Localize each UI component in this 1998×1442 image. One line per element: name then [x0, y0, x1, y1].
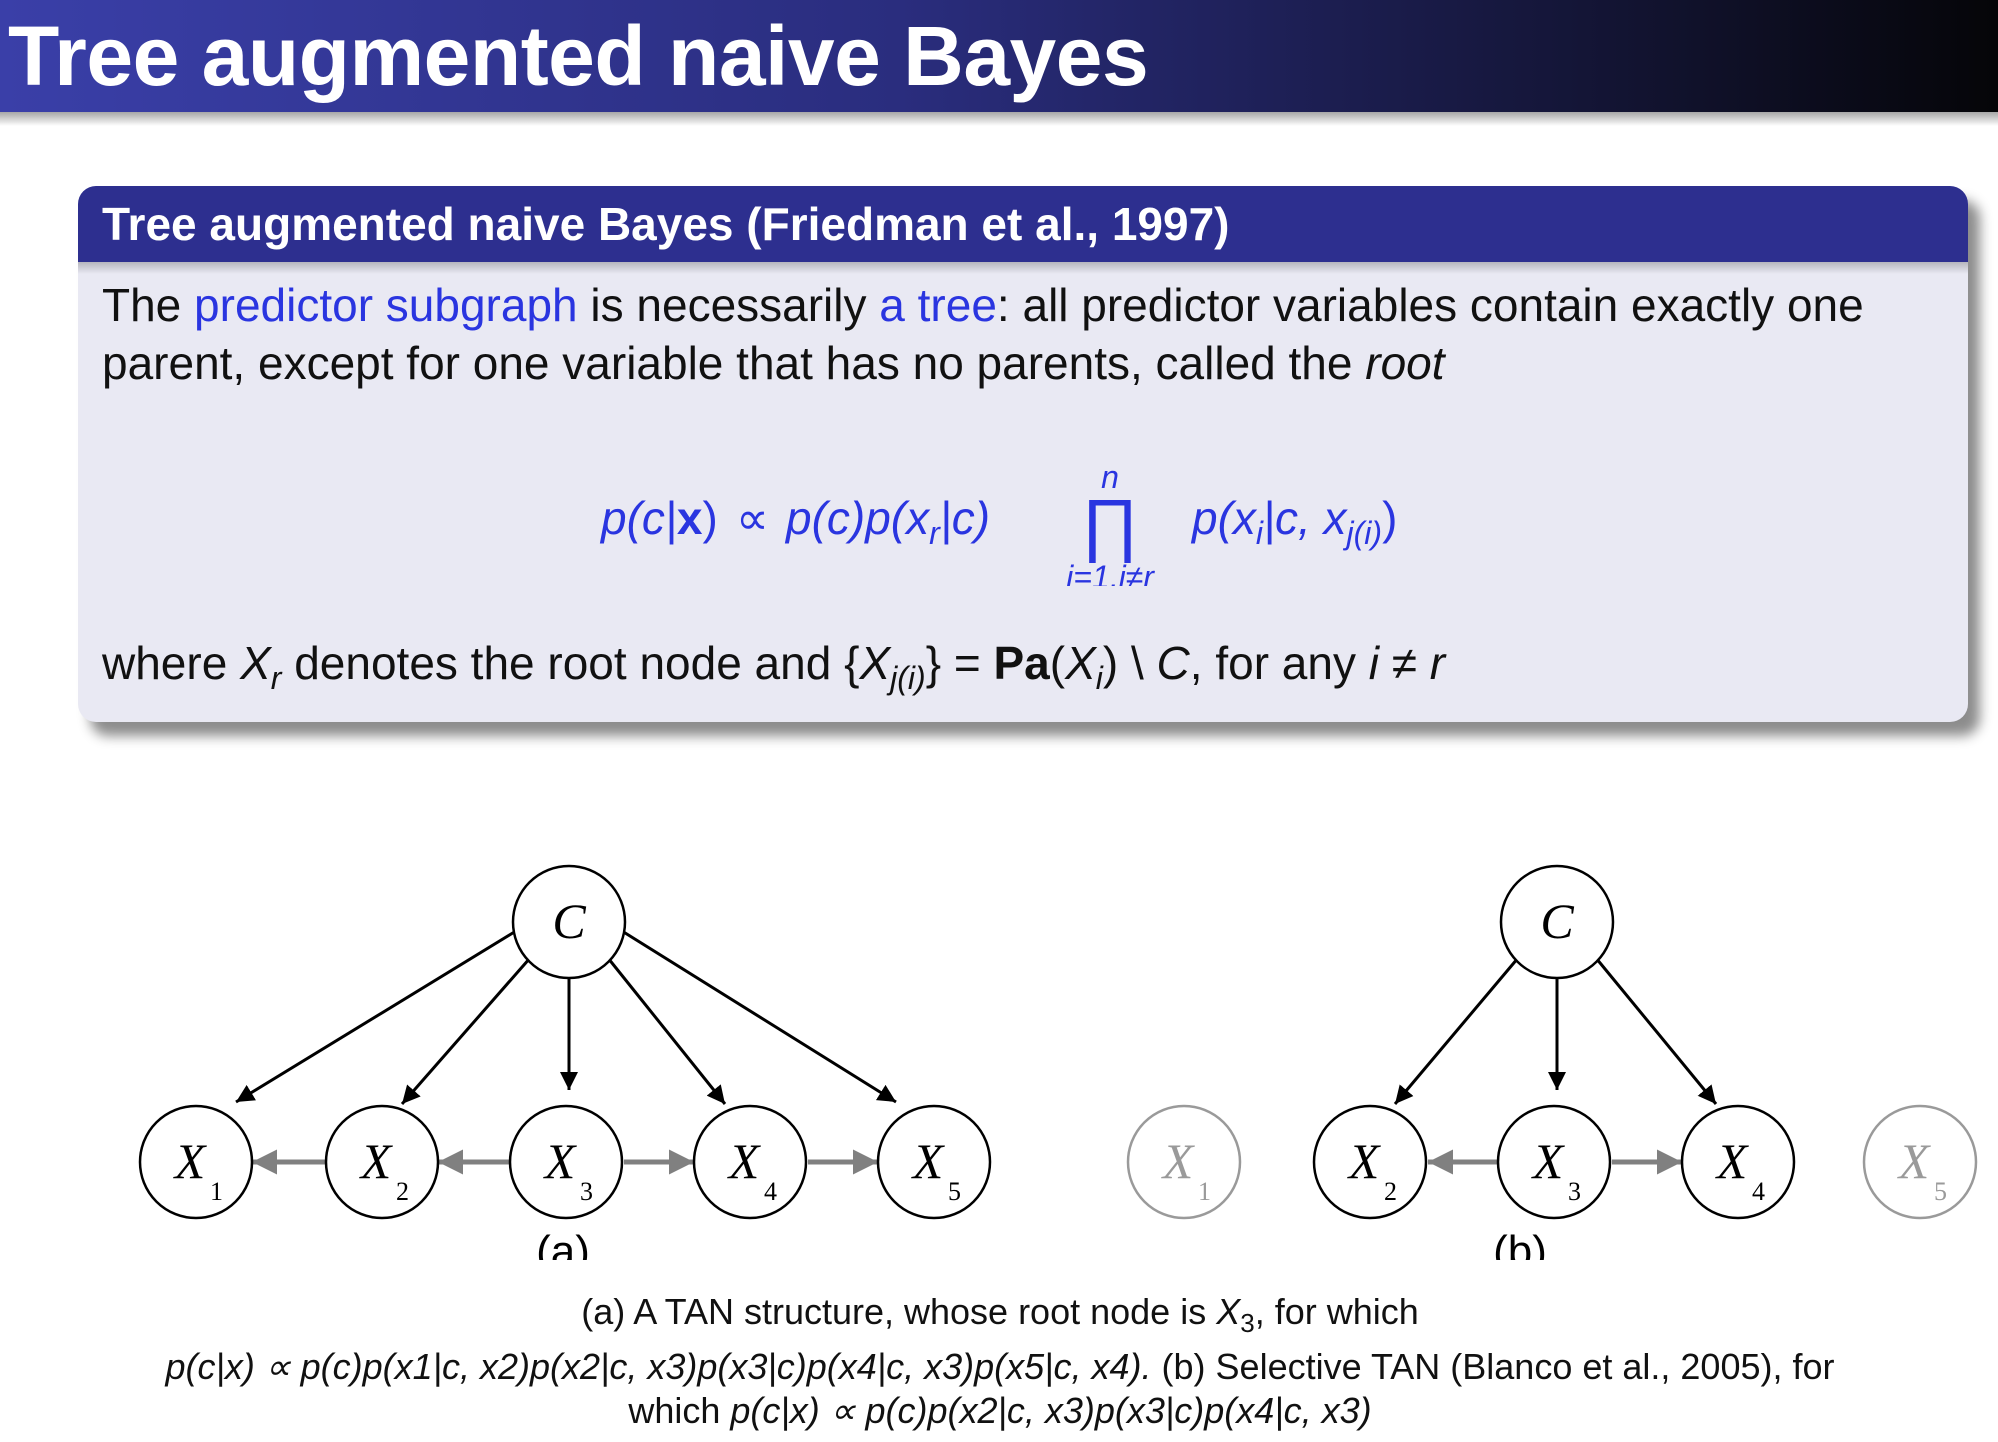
slide-title: Tree augmented naive Bayes	[8, 9, 1149, 103]
node-b-x2-sub: 2	[1384, 1177, 1397, 1206]
caption-line1-b: , for which	[1254, 1291, 1419, 1332]
formula-prior-close: |c)	[940, 492, 990, 544]
svg-text:p(c)p(xr|c): p(c)p(xr|c)	[784, 492, 990, 551]
caption-line2-text: (b) Selective TAN (Blanco et al., 2005),…	[1151, 1346, 1835, 1388]
node-b-x3-label: X	[1531, 1133, 1566, 1189]
where-ineq-r: r	[1429, 637, 1446, 689]
svg-text:p(c|x): p(c|x)	[599, 492, 718, 544]
where-t1: where	[102, 637, 241, 689]
caption-line-2: p(c|x) ∝ p(c)p(x1|c, x2)p(x2|c, x3)p(x3|…	[60, 1345, 1940, 1389]
node-a-x4-sub: 4	[764, 1177, 777, 1206]
formula-term: p(x	[1190, 492, 1258, 544]
node-b-x4-sub: 4	[1752, 1177, 1765, 1206]
tan-formula: p(c|x) ∝ p(c)p(xr|c) n ∏ i=1,i≠r p(xi|c,…	[599, 459, 1397, 586]
node-a-x5-label: X	[911, 1133, 946, 1189]
caption-line-3: which p(c|x) ∝ p(c)p(x2|c, x3)p(x3|c)p(x…	[60, 1389, 1940, 1433]
caption-line2-formula: p(c|x) ∝ p(c)p(x1|c, x2)p(x2|c, x3)p(x3|…	[165, 1346, 1152, 1388]
node-a-x3-label: X	[543, 1133, 578, 1189]
where-line: where Xr denotes the root node and {Xj(i…	[102, 634, 1445, 707]
svg-text:p(xi|c, xj(i)): p(xi|c, xj(i))	[1190, 492, 1397, 551]
where-ineq-i: i	[1368, 637, 1379, 689]
root-word: root	[1365, 337, 1445, 389]
formula-term-mid: |c, x	[1263, 492, 1349, 544]
node-b-x1-label: X	[1161, 1133, 1196, 1189]
node-a-x1-sub: 1	[210, 1177, 223, 1206]
formula-bold-x: x	[677, 492, 703, 544]
definition-block: Tree augmented naive Bayes (Friedman et …	[78, 186, 1968, 722]
node-a-x5-sub: 5	[948, 1177, 961, 1206]
where-t6: , for any	[1189, 637, 1369, 689]
node-a-x3-sub: 3	[580, 1177, 593, 1206]
caption-line1-a: (a) A TAN structure, whose root node is	[581, 1291, 1217, 1332]
node-a-x2-sub: 2	[396, 1177, 409, 1206]
formula-lhs: p(c|	[599, 492, 677, 544]
edge-b-c-x2	[1393, 957, 1520, 1105]
where-t4: (	[1049, 637, 1066, 689]
prod-lower: i=1,i≠r	[1066, 559, 1155, 586]
where-ne: ≠	[1378, 637, 1430, 689]
where-i-sub: i	[1095, 660, 1103, 697]
edge-a-c-x2	[400, 957, 532, 1105]
node-b-x1-sub: 1	[1198, 1177, 1211, 1206]
node-a-x1-label: X	[173, 1133, 208, 1189]
edge-a-c-x5	[621, 929, 897, 1104]
where-pa: Pa	[993, 637, 1050, 689]
caption-line1-sub: 3	[1240, 1308, 1255, 1339]
node-b-x4-label: X	[1715, 1133, 1750, 1189]
block-header-shadow	[78, 262, 1968, 274]
intro-text-1: The	[102, 279, 195, 331]
edge-a-c-x1	[235, 929, 517, 1104]
caption-line1-x: X	[1216, 1291, 1241, 1332]
prod-symbol: ∏	[1081, 485, 1139, 563]
figure-caption: (a) A TAN structure, whose root node is …	[60, 1290, 1940, 1433]
node-b-x5-sub: 5	[1934, 1177, 1947, 1206]
node-b-x2-label: X	[1347, 1133, 1382, 1189]
diagram-b-label: (b)	[1493, 1227, 1547, 1260]
caption-line3-text: which	[628, 1390, 731, 1432]
formula-prop: ∝	[736, 492, 769, 544]
where-j-sub: j(i)	[890, 660, 926, 697]
formula-lhs-close: )	[702, 492, 717, 544]
where-x3: X	[1065, 637, 1096, 689]
where-x2: X	[859, 637, 891, 689]
node-b-x5-label: X	[1897, 1133, 1932, 1189]
block-intro-text: The predictor subgraph is necessarily a …	[102, 276, 1947, 392]
where-c: C	[1156, 637, 1190, 689]
block-title: Tree augmented naive Bayes (Friedman et …	[102, 198, 1230, 250]
where-t3: } =	[925, 637, 994, 689]
caption-line3-formula: p(c|x) ∝ p(c)p(x2|c, x3)p(x3|c)p(x4|c, x…	[730, 1390, 1372, 1432]
diagram-a-label: (a)	[536, 1227, 590, 1260]
edge-b-c-x4	[1594, 957, 1718, 1105]
title-bar-shadow	[0, 112, 1998, 126]
intro-text-2: is necessarily	[577, 279, 880, 331]
where-r-sub: r	[270, 660, 282, 697]
formula-j-sub: j(i)	[1343, 515, 1383, 551]
where-t2: denotes the root node and {	[281, 637, 860, 689]
formula-prior: p(c)p(x	[784, 492, 931, 544]
node-a-c-label: C	[552, 893, 586, 949]
a-tree-highlight: a tree	[879, 279, 997, 331]
where-x: X	[240, 637, 271, 689]
tan-diagrams: C X X X X X 1 2 3 4 5 (a) C X X X X X 2 …	[138, 864, 1978, 1260]
node-a-x2-label: X	[359, 1133, 394, 1189]
where-t5: ) \	[1102, 637, 1157, 689]
node-b-c-label: C	[1540, 893, 1574, 949]
caption-line-1: (a) A TAN structure, whose root node is …	[60, 1290, 1940, 1345]
edge-a-c-x4	[606, 957, 727, 1105]
node-b-x3-sub: 3	[1568, 1177, 1581, 1206]
node-a-x4-label: X	[727, 1133, 762, 1189]
formula-term-close: )	[1382, 492, 1397, 544]
predictor-subgraph-highlight: predictor subgraph	[194, 279, 578, 331]
